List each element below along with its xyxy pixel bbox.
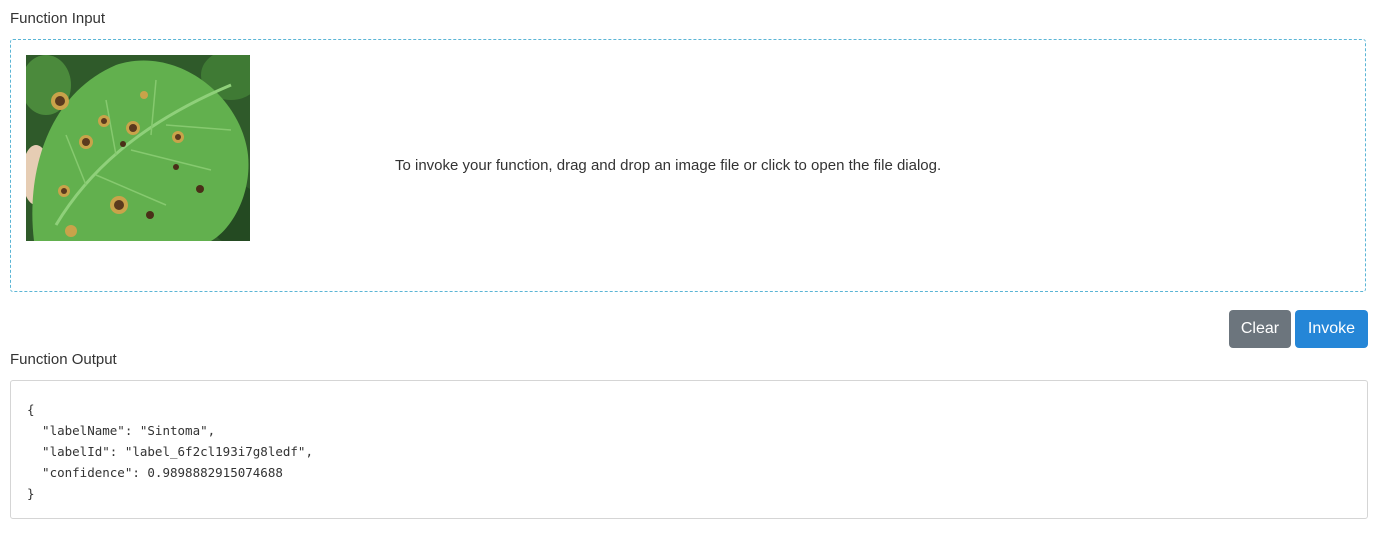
output-json: { "labelName": "Sintoma", "labelId": "la… (27, 402, 313, 501)
function-input-label: Function Input (10, 10, 106, 27)
invoke-button[interactable]: Invoke (1295, 310, 1368, 348)
function-output-label: Function Output (10, 351, 117, 368)
uploaded-image-thumbnail (26, 55, 250, 241)
function-output-panel: { "labelName": "Sintoma", "labelId": "la… (10, 380, 1368, 519)
clear-button[interactable]: Clear (1229, 310, 1291, 348)
dropzone-instructions: To invoke your function, drag and drop a… (395, 157, 942, 174)
image-dropzone[interactable]: To invoke your function, drag and drop a… (10, 39, 1366, 292)
